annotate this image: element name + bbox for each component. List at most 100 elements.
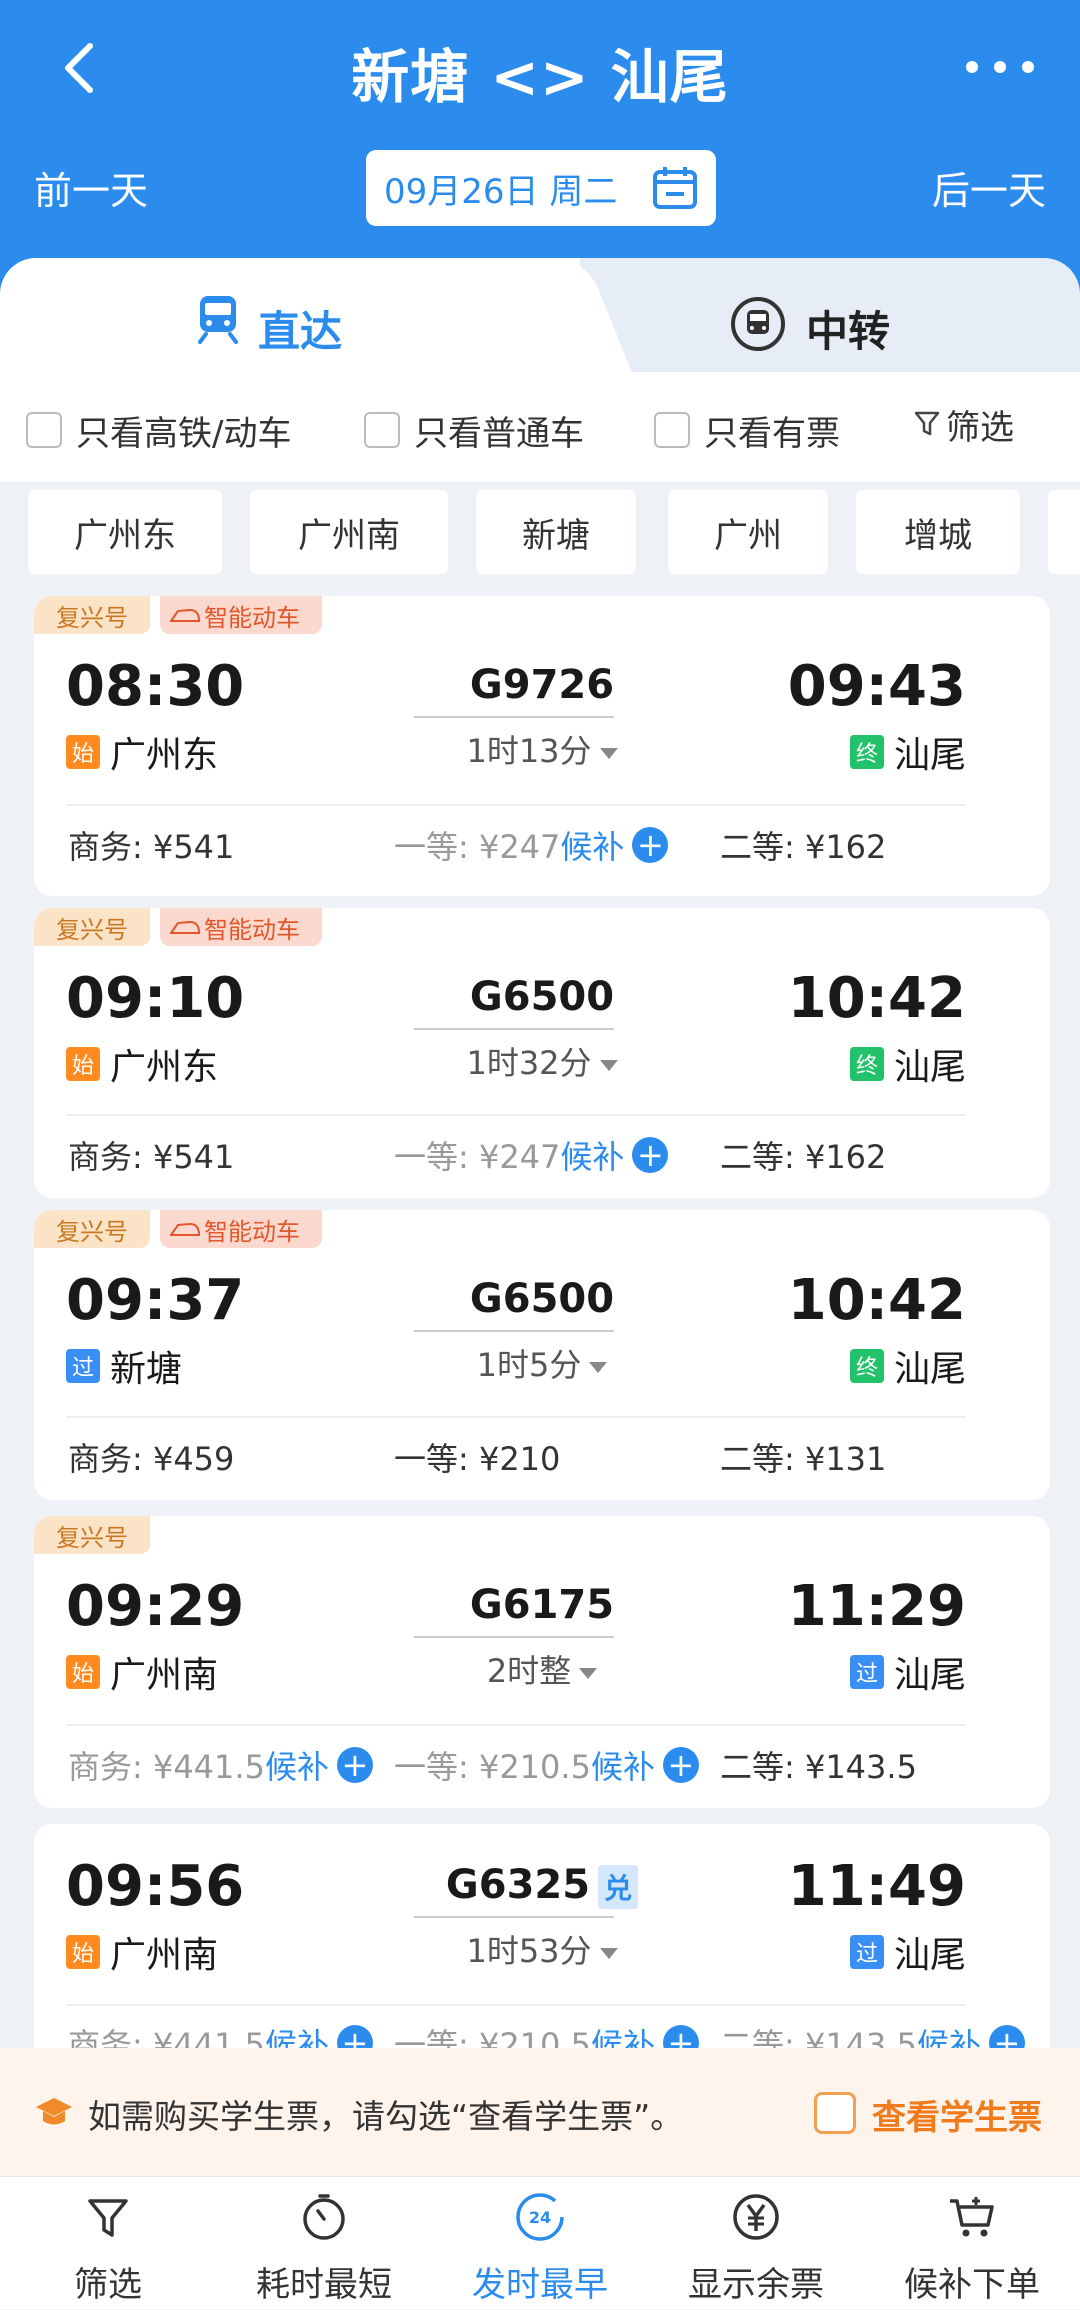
bottom-shortest-button[interactable]: 耗时最短 xyxy=(216,2177,432,2310)
filter-youpiao-checkbox[interactable]: 只看有票 xyxy=(654,410,840,454)
tab-direct-label: 直达 xyxy=(258,307,343,356)
bottom-remaining-button[interactable]: 显示余票 xyxy=(648,2177,864,2310)
station-chip[interactable]: 广州东 xyxy=(28,490,222,574)
prev-day-button[interactable]: 前一天 xyxy=(34,160,148,215)
station-chip[interactable]: 广州 xyxy=(668,490,828,574)
divider xyxy=(66,2004,966,2006)
smart-train-text: 智能动车 xyxy=(204,603,300,632)
second-class-price: 二等: ¥131 xyxy=(720,1440,887,1478)
route-tabs: 直达 中转 xyxy=(0,258,1080,378)
badge-row: 复兴号 智能动车 xyxy=(34,908,322,946)
badge-row: 复兴号 智能动车 xyxy=(34,596,322,634)
price-row: 商务: ¥541 一等: ¥247 候补 + 二等: ¥162 xyxy=(34,1132,1050,1182)
fuxing-badge: 复兴号 xyxy=(34,1210,150,1248)
first-class-text: 一等: ¥247 xyxy=(394,1138,561,1176)
arrival-station: 终 汕尾 xyxy=(849,1038,966,1090)
price-row: 商务: ¥441.5 候补 + 一等: ¥210.5 候补 + 二等: ¥143.5 xyxy=(34,1742,1050,1792)
bottom-filter-button[interactable]: 筛选 xyxy=(0,2177,216,2310)
bottom-waitlist-button[interactable]: 候补下单 xyxy=(864,2177,1080,2310)
student-ticket-checkbox[interactable] xyxy=(814,2092,856,2134)
funnel-icon xyxy=(88,2199,128,2237)
bullet-train-icon xyxy=(170,1222,200,1236)
smart-train-text: 智能动车 xyxy=(204,1217,300,1246)
graduation-cap-icon xyxy=(36,2098,72,2125)
fuxing-badge: 复兴号 xyxy=(34,908,150,946)
bottom-shortest-label: 耗时最短 xyxy=(256,2265,392,2305)
station-chip[interactable]: 广州南 xyxy=(250,490,448,574)
exchange-badge: 兑 xyxy=(598,1865,639,1909)
arrival-station-name: 汕尾 xyxy=(893,735,966,776)
badge-row: 复兴号 xyxy=(34,1516,150,1554)
filter-row: 只看高铁/动车 只看普通车 只看有票 筛选 xyxy=(0,372,1080,482)
checkbox-box[interactable] xyxy=(26,412,62,448)
train-line xyxy=(414,1636,614,1638)
duration-text: 1时13分 xyxy=(466,732,592,770)
smart-train-badge: 智能动车 xyxy=(160,908,322,946)
business-price[interactable]: 商务: ¥441.5 候补 + xyxy=(68,1742,373,1788)
arrival-station-name: 汕尾 xyxy=(893,1655,966,1696)
second-class-price: 二等: ¥143.5 xyxy=(720,1748,917,1786)
student-notice-bar: 如需购买学生票，请勾选“查看学生票”。 查看学生票 xyxy=(0,2048,1080,2176)
arrival-station-name: 汕尾 xyxy=(893,1935,966,1976)
pass-tag: 过 xyxy=(849,1655,884,1689)
checkbox-box[interactable] xyxy=(364,412,400,448)
page-title: 新塘 <> 汕尾 xyxy=(351,43,729,111)
first-class-price[interactable]: 一等: ¥210.5 候补 + xyxy=(394,1742,699,1788)
arrival-station: 过 汕尾 xyxy=(849,1926,966,1978)
bottom-earliest-button[interactable]: 24 发时最早 xyxy=(432,2177,648,2310)
content-area: 只看高铁/动车 只看普通车 只看有票 筛选 广州东 广州南 新塘 广州 增城 复… xyxy=(0,372,1080,2124)
train-line xyxy=(414,1330,614,1332)
filter-putong-checkbox[interactable]: 只看普通车 xyxy=(364,410,584,454)
duration-text: 1时53分 xyxy=(466,1932,592,1970)
smart-train-badge: 智能动车 xyxy=(160,1210,322,1248)
add-waitlist-icon[interactable]: + xyxy=(662,1747,699,1783)
transfer-train-icon xyxy=(731,297,785,351)
train-card[interactable]: 复兴号 09:29 始 广州南 G6175 2时整 11:29 过 汕尾 商务:… xyxy=(34,1516,1050,1808)
student-ticket-label[interactable]: 查看学生票 xyxy=(872,2090,1042,2139)
fuxing-badge: 复兴号 xyxy=(34,596,150,634)
badge-row: 复兴号 智能动车 xyxy=(34,1210,322,1248)
caret-down-icon xyxy=(579,1667,598,1679)
calendar-icon xyxy=(653,167,697,209)
duration-text: 1时32分 xyxy=(466,1044,592,1082)
arrival-time: 11:49 xyxy=(787,1854,966,1919)
station-chip[interactable]: 新塘 xyxy=(476,490,636,574)
waitlist-label: 候补 xyxy=(560,1138,625,1176)
date-picker[interactable]: 09月26日 周二 xyxy=(366,150,716,226)
bottom-earliest-label: 发时最早 xyxy=(472,2265,608,2305)
station-chip-overflow[interactable] xyxy=(1048,490,1080,574)
add-waitlist-icon[interactable]: + xyxy=(632,1137,669,1173)
next-day-button[interactable]: 后一天 xyxy=(932,160,1046,215)
business-price: 商务: ¥541 xyxy=(68,1138,235,1176)
tab-transfer-label: 中转 xyxy=(806,307,891,356)
divider xyxy=(66,1724,966,1726)
clock-24-icon: 24 xyxy=(516,2193,564,2241)
first-class-text: 一等: ¥247 xyxy=(394,828,561,866)
checkbox-box[interactable] xyxy=(654,412,690,448)
arrival-station: 过 汕尾 xyxy=(849,1646,966,1698)
train-card[interactable]: 复兴号 智能动车 09:37 过 新塘 G6500 1时5分 10:42 终 汕… xyxy=(34,1210,1050,1500)
first-class-price[interactable]: 一等: ¥247 候补 + xyxy=(394,822,669,868)
train-card[interactable]: 复兴号 智能动车 08:30 始 广州东 G9726 1时13分 09:43 终… xyxy=(34,596,1050,896)
end-tag: 终 xyxy=(849,1047,884,1081)
divider xyxy=(66,1416,966,1418)
station-chip[interactable]: 增城 xyxy=(856,490,1020,574)
train-icon xyxy=(198,296,238,344)
filter-youpiao-label: 只看有票 xyxy=(704,413,840,454)
duration-text: 2时整 xyxy=(486,1652,572,1690)
caret-down-icon xyxy=(599,1947,618,1959)
first-class-price[interactable]: 一等: ¥247 候补 + xyxy=(394,1132,669,1178)
caret-down-icon xyxy=(599,747,618,759)
date-text: 09月26日 周二 xyxy=(384,171,618,212)
add-waitlist-icon[interactable]: + xyxy=(336,1747,373,1783)
bottom-waitlist-label: 候补下单 xyxy=(904,2265,1040,2305)
filter-gaotie-checkbox[interactable]: 只看高铁/动车 xyxy=(26,410,291,454)
filter-shaixuan-button[interactable]: 筛选 xyxy=(914,404,1014,448)
more-icon[interactable] xyxy=(960,52,1040,82)
bottom-remaining-label: 显示余票 xyxy=(688,2265,824,2305)
add-waitlist-icon[interactable]: + xyxy=(632,827,669,863)
train-card[interactable]: 复兴号 智能动车 09:10 始 广州东 G6500 1时32分 10:42 终… xyxy=(34,908,1050,1198)
train-number-text: G6325 xyxy=(445,1862,591,1908)
arrival-station-name: 汕尾 xyxy=(893,1349,966,1390)
cart-icon xyxy=(950,2197,994,2237)
